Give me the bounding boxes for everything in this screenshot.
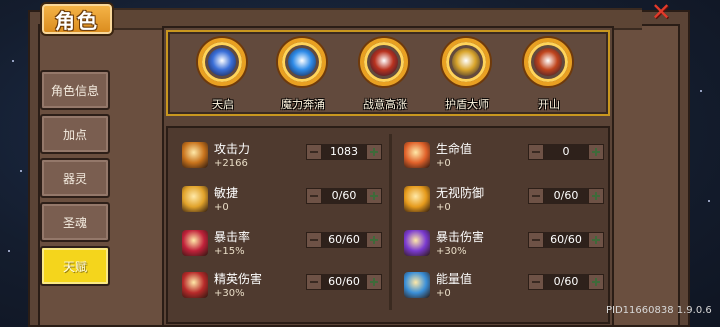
skill-slot[interactable]: 开山: [514, 36, 580, 116]
stat-bonus: +30%: [436, 246, 467, 257]
agility-icon: [182, 186, 208, 212]
stat-row: 敏捷 +0 0/60: [170, 180, 382, 218]
stat-value: 60/60: [322, 274, 366, 290]
stat-value: 60/60: [544, 232, 588, 248]
sword-icon: [182, 142, 208, 168]
increase-button[interactable]: [366, 144, 382, 160]
crit-rate-icon: [182, 230, 208, 256]
window-title: 角色: [55, 8, 99, 33]
close-button[interactable]: ✕: [648, 0, 674, 24]
energy-icon: [404, 272, 430, 298]
stat-row: 暴击率 +15% 60/60: [170, 224, 382, 262]
stat-value: 0: [544, 144, 588, 160]
sidebar-item-label: 天赋: [62, 259, 87, 274]
decrease-button[interactable]: [528, 144, 544, 160]
sidebar-item-label: 加点: [62, 127, 87, 142]
sidebar-item-label: 器灵: [62, 171, 87, 186]
decrease-button[interactable]: [306, 274, 322, 290]
increase-button[interactable]: [366, 232, 382, 248]
skill-label: 战意高涨: [363, 98, 407, 111]
stat-name: 暴击率: [214, 230, 251, 244]
sidebar-item-talent[interactable]: 天赋: [40, 246, 110, 286]
pierce-shield-icon: [404, 186, 430, 212]
skill-label: 魔力奔涌: [281, 98, 325, 111]
stat-bonus: +30%: [214, 288, 245, 299]
decrease-button[interactable]: [528, 274, 544, 290]
window-title-tab: 角色: [40, 2, 114, 36]
stat-bonus: +2166: [214, 158, 248, 169]
increase-button[interactable]: [588, 232, 604, 248]
stat-value: 60/60: [322, 232, 366, 248]
sidebar-item-attribute-points[interactable]: 加点: [40, 114, 110, 154]
mana-surge-icon: [278, 38, 326, 86]
stat-bonus: +0: [214, 202, 229, 213]
mountain-split-icon: [524, 38, 572, 86]
sidebar-item-label: 圣魂: [62, 215, 87, 230]
increase-button[interactable]: [588, 188, 604, 204]
skill-label: 开山: [538, 98, 560, 111]
stat-name: 敏捷: [214, 186, 239, 200]
stat-name: 精英伤害: [214, 272, 263, 286]
stat-bonus: +0: [436, 158, 451, 169]
stat-row: 攻击力 +2166 1083: [170, 136, 382, 174]
elite-damage-icon: [182, 272, 208, 298]
stat-row: 暴击伤害 +30% 60/60: [392, 224, 604, 262]
stat-row: 精英伤害 +30% 60/60: [170, 266, 382, 304]
sidebar-item-artifact-spirit[interactable]: 器灵: [40, 158, 110, 198]
decrease-button[interactable]: [306, 188, 322, 204]
stat-bonus: +0: [436, 288, 451, 299]
sidebar-item-holy-soul[interactable]: 圣魂: [40, 202, 110, 242]
skill-label: 天启: [212, 98, 234, 111]
stat-row: 生命值 +0 0: [392, 136, 604, 174]
shield-master-icon: [442, 38, 490, 86]
stat-name: 无视防御: [436, 186, 485, 200]
heart-icon: [404, 142, 430, 168]
stat-bonus: +15%: [214, 246, 245, 257]
version-label: PID11660838 1.9.0.6: [606, 305, 712, 316]
stat-value: 0/60: [544, 274, 588, 290]
skill-slot[interactable]: 天启: [188, 36, 254, 116]
increase-button[interactable]: [366, 188, 382, 204]
skill-slot[interactable]: 战意高涨: [350, 36, 416, 116]
decrease-button[interactable]: [306, 144, 322, 160]
decrease-button[interactable]: [306, 232, 322, 248]
sidebar-item-label: 角色信息: [50, 83, 99, 98]
stat-name: 攻击力: [214, 142, 251, 156]
spirit-orb-icon: [198, 38, 246, 86]
increase-button[interactable]: [588, 144, 604, 160]
stat-value: 0/60: [322, 188, 366, 204]
stat-value: 1083: [322, 144, 366, 160]
stat-name: 能量值: [436, 272, 473, 286]
skill-slot[interactable]: 魔力奔涌: [268, 36, 334, 116]
sidebar-item-character-info[interactable]: 角色信息: [40, 70, 110, 110]
war-spirit-icon: [360, 38, 408, 86]
skill-slot[interactable]: 护盾大师: [432, 36, 498, 116]
stat-row: 能量值 +0 0/60: [392, 266, 604, 304]
stat-row: 无视防御 +0 0/60: [392, 180, 604, 218]
stat-value: 0/60: [544, 188, 588, 204]
stat-name: 暴击伤害: [436, 230, 485, 244]
decrease-button[interactable]: [528, 232, 544, 248]
increase-button[interactable]: [588, 274, 604, 290]
crit-damage-icon: [404, 230, 430, 256]
stat-name: 生命值: [436, 142, 473, 156]
decrease-button[interactable]: [528, 188, 544, 204]
increase-button[interactable]: [366, 274, 382, 290]
skill-label: 护盾大师: [445, 98, 489, 111]
stat-bonus: +0: [436, 202, 451, 213]
